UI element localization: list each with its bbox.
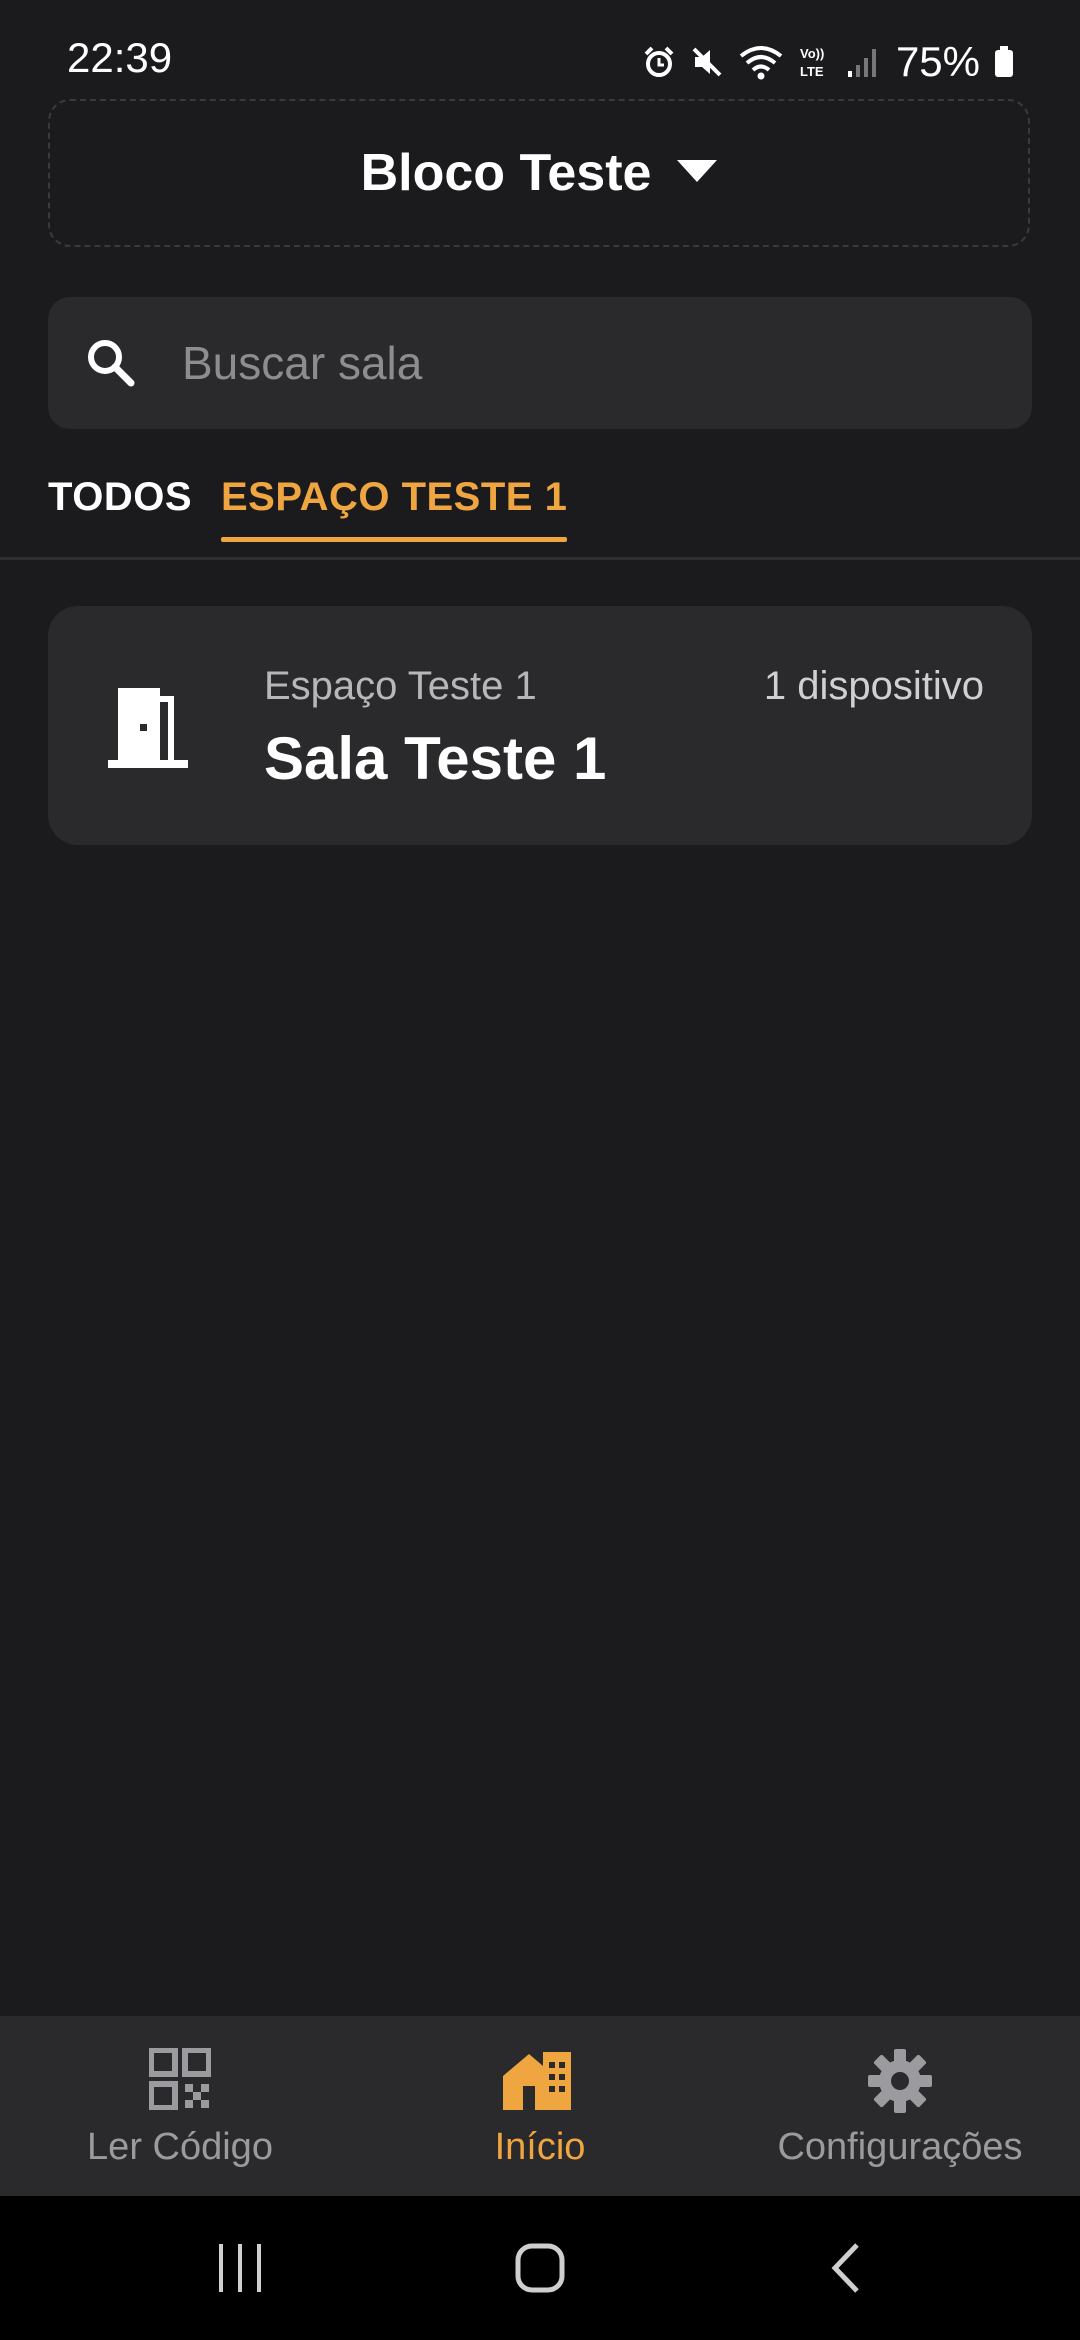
- dropdown-arrow-icon: [677, 159, 718, 187]
- room-card[interactable]: Espaço Teste 1 1 dispositivo Sala Teste …: [48, 606, 1032, 845]
- volte-icon: Vo)) LTE: [798, 44, 832, 80]
- room-name: Sala Teste 1: [264, 725, 607, 792]
- home-icon: [360, 2048, 720, 2110]
- mute-icon: [690, 45, 724, 79]
- block-title: Bloco Teste: [360, 144, 652, 202]
- recent-apps-button[interactable]: [190, 2232, 290, 2304]
- nav-ler-codigo[interactable]: Ler Código: [0, 2016, 360, 2196]
- system-navigation-bar: [0, 2196, 1080, 2340]
- alarm-icon: [642, 45, 676, 79]
- battery-level: 75%: [895, 38, 980, 85]
- active-tab-indicator: [221, 537, 568, 542]
- nav-label: Ler Código: [87, 2126, 273, 2168]
- nav-label: Início: [494, 2126, 586, 2168]
- home-outline-icon: [515, 2243, 565, 2293]
- tab-espaco-teste-1[interactable]: ESPAÇO TESTE 1: [221, 475, 568, 542]
- signal-icon: [846, 45, 878, 79]
- nav-configuracoes[interactable]: Configurações: [720, 2016, 1080, 2196]
- wifi-icon: [738, 44, 784, 80]
- room-space-label: Espaço Teste 1: [264, 664, 537, 708]
- bottom-navigation: Ler Código Início Configurações: [0, 2016, 1080, 2196]
- tab-label: ESPAÇO TESTE 1: [221, 475, 568, 519]
- back-icon: [831, 2243, 859, 2293]
- recent-apps-icon: [219, 2244, 261, 2292]
- back-button[interactable]: [795, 2232, 895, 2304]
- door-icon: [108, 684, 192, 773]
- nav-inicio[interactable]: Início: [360, 2016, 720, 2196]
- home-button[interactable]: [490, 2232, 590, 2304]
- battery-icon: [994, 46, 1014, 78]
- search-icon: [76, 328, 146, 398]
- nav-label: Configurações: [777, 2126, 1023, 2168]
- status-icons: Vo)) LTE 75%: [642, 34, 1014, 90]
- block-selector[interactable]: Bloco Teste: [48, 99, 1030, 247]
- search-input[interactable]: [180, 335, 944, 391]
- status-time: 22:39: [67, 34, 173, 81]
- gear-icon: [720, 2048, 1080, 2114]
- tab-todos[interactable]: TODOS: [48, 475, 192, 520]
- tab-bar: TODOS ESPAÇO TESTE 1: [0, 460, 1080, 560]
- svg-text:Vo)): Vo)): [800, 46, 824, 61]
- search-bar[interactable]: [48, 297, 1032, 429]
- status-bar: 22:39 Vo)) LTE 75%: [0, 0, 1080, 95]
- room-device-count: 1 dispositivo: [763, 664, 984, 708]
- qr-code-icon: [0, 2048, 360, 2110]
- svg-text:LTE: LTE: [800, 64, 824, 79]
